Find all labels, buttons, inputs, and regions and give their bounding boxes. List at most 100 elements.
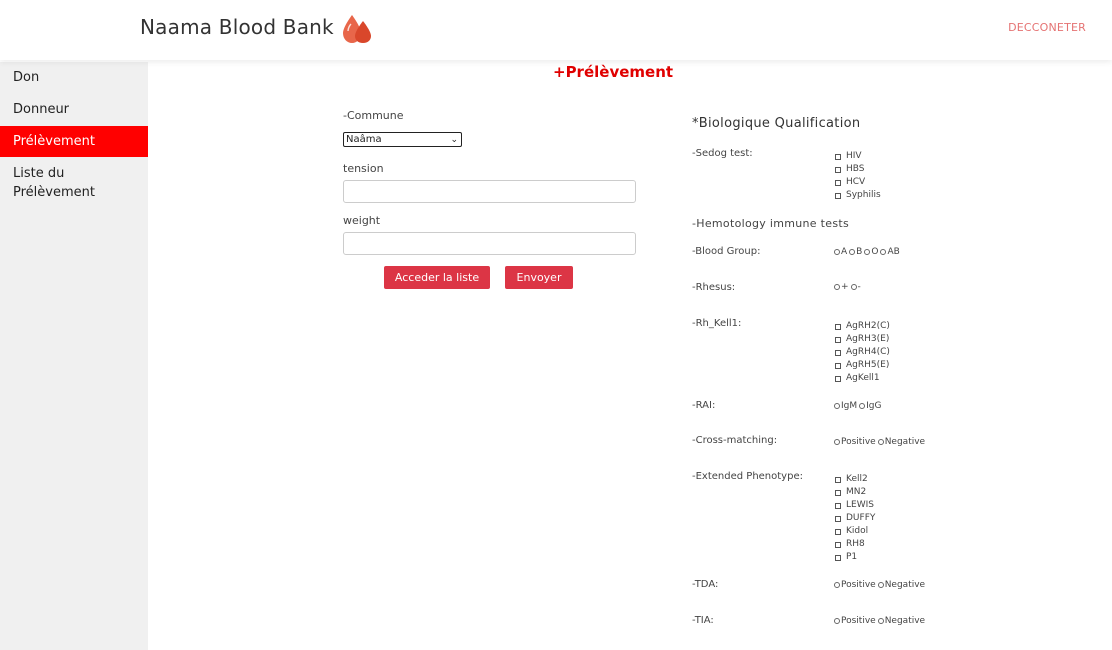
blood-group-ab-option[interactable]: AB xyxy=(880,247,900,257)
rh-kell-label: -Rh_Kell1: xyxy=(692,318,742,329)
rhesus-positive-option[interactable]: + xyxy=(834,282,849,292)
tda-negative-option[interactable]: Negative xyxy=(877,580,925,590)
radio[interactable] xyxy=(880,249,887,255)
radio[interactable] xyxy=(849,249,856,255)
checkbox[interactable] xyxy=(835,515,841,522)
cross-matching-label: -Cross-matching: xyxy=(692,435,778,446)
rai-label: -RAI: xyxy=(692,400,716,411)
radio[interactable] xyxy=(877,582,884,588)
access-list-button[interactable]: Acceder la liste xyxy=(384,266,490,289)
blood-group-radios: A B O AB xyxy=(834,247,902,257)
ext-kidol-option[interactable]: Kidol xyxy=(835,525,875,538)
tda-radios: Positive Negative xyxy=(834,580,927,590)
cross-matching-radios: Positive Negative xyxy=(834,437,927,447)
tia-positive-option[interactable]: Positive xyxy=(834,616,876,626)
checkbox[interactable] xyxy=(835,336,841,343)
blood-drop-icon xyxy=(343,15,371,43)
checkbox[interactable] xyxy=(835,153,841,160)
ext-duffy-option[interactable]: DUFFY xyxy=(835,512,875,525)
sidebar-item-don[interactable]: Don xyxy=(0,68,148,87)
radio[interactable] xyxy=(850,284,857,290)
checkbox[interactable] xyxy=(835,554,841,561)
commune-select-value: Naâma xyxy=(346,134,382,145)
tension-label: tension xyxy=(343,162,384,175)
chevron-down-icon: ⌄ xyxy=(450,135,458,145)
sedog-hcv-option[interactable]: HCV xyxy=(835,176,881,189)
radio[interactable] xyxy=(834,284,840,290)
ext-p1-option[interactable]: P1 xyxy=(835,551,875,564)
page-title: +Prélèvement xyxy=(553,63,674,81)
radio[interactable] xyxy=(834,439,840,445)
ext-lewis-option[interactable]: LEWIS xyxy=(835,499,875,512)
rai-radios: IgM IgG xyxy=(834,401,883,411)
rh-kell-option[interactable]: AgKell1 xyxy=(835,372,890,385)
checkbox[interactable] xyxy=(835,179,841,186)
weight-label: weight xyxy=(343,214,381,227)
sidebar-item-prelevement[interactable]: Prélèvement xyxy=(0,126,148,157)
weight-input[interactable] xyxy=(343,232,636,255)
radio[interactable] xyxy=(834,249,840,255)
extended-phenotype-label: -Extended Phenotype: xyxy=(692,471,803,482)
checkbox[interactable] xyxy=(835,323,841,330)
rai-igm-option[interactable]: IgM xyxy=(834,401,857,411)
checkbox[interactable] xyxy=(835,541,841,548)
sedog-syphilis-option[interactable]: Syphilis xyxy=(835,189,881,202)
extended-phenotype-checkbox-list: Kell2 MN2 LEWIS DUFFY Kidol RH8 P1 xyxy=(835,473,875,564)
sidebar: Don Donneur Prélèvement Liste du Prélève… xyxy=(0,62,148,650)
radio[interactable] xyxy=(864,249,871,255)
tension-input[interactable] xyxy=(343,180,636,203)
checkbox[interactable] xyxy=(835,375,841,382)
sedog-hbs-option[interactable]: HBS xyxy=(835,163,881,176)
tda-label: -TDA: xyxy=(692,579,719,590)
radio[interactable] xyxy=(877,439,884,445)
rh-kell-option[interactable]: AgRH4(C) xyxy=(835,346,890,359)
rhesus-negative-option[interactable]: - xyxy=(850,282,861,292)
hemotology-heading: -Hemotology immune tests xyxy=(692,217,850,230)
sidebar-item-liste-prelevement[interactable]: Liste du Prélèvement xyxy=(0,164,110,202)
checkbox[interactable] xyxy=(835,349,841,356)
sedog-checkbox-list: HIV HBS HCV Syphilis xyxy=(835,150,881,202)
send-button[interactable]: Envoyer xyxy=(505,266,573,289)
bio-qualification-title: *Biologique Qualification xyxy=(692,116,861,131)
cross-negative-option[interactable]: Negative xyxy=(877,437,925,447)
rh-kell-option[interactable]: AgRH2(C) xyxy=(835,320,890,333)
radio[interactable] xyxy=(859,403,866,409)
tda-positive-option[interactable]: Positive xyxy=(834,580,876,590)
logout-link[interactable]: DECCONETER xyxy=(1008,21,1086,34)
blood-group-a-option[interactable]: A xyxy=(834,247,847,257)
rhesus-radios: + - xyxy=(834,282,863,292)
ext-kell2-option[interactable]: Kell2 xyxy=(835,473,875,486)
commune-label: -Commune xyxy=(343,109,404,122)
top-navbar: Naama Blood Bank DECCONETER xyxy=(0,0,1112,60)
rh-kell-checkbox-list: AgRH2(C) AgRH3(E) AgRH4(C) AgRH5(E) AgKe… xyxy=(835,320,890,385)
commune-select[interactable]: Naâma ⌄ xyxy=(343,132,462,147)
rh-kell-option[interactable]: AgRH3(E) xyxy=(835,333,890,346)
rhesus-label: -Rhesus: xyxy=(692,282,736,293)
tia-negative-option[interactable]: Negative xyxy=(877,616,925,626)
checkbox[interactable] xyxy=(835,489,841,496)
sidebar-item-donneur[interactable]: Donneur xyxy=(0,100,148,119)
checkbox[interactable] xyxy=(835,528,841,535)
blood-group-o-option[interactable]: O xyxy=(864,247,878,257)
radio[interactable] xyxy=(834,403,840,409)
blood-group-label: -Blood Group: xyxy=(692,246,761,257)
radio[interactable] xyxy=(877,618,884,624)
sedog-hiv-option[interactable]: HIV xyxy=(835,150,881,163)
blood-group-b-option[interactable]: B xyxy=(849,247,862,257)
checkbox[interactable] xyxy=(835,476,841,483)
checkbox[interactable] xyxy=(835,502,841,509)
checkbox[interactable] xyxy=(835,192,841,199)
checkbox[interactable] xyxy=(835,166,841,173)
brand-title: Naama Blood Bank xyxy=(140,15,334,39)
cross-positive-option[interactable]: Positive xyxy=(834,437,876,447)
rh-kell-option[interactable]: AgRH5(E) xyxy=(835,359,890,372)
tia-radios: Positive Negative xyxy=(834,616,927,626)
ext-rh8-option[interactable]: RH8 xyxy=(835,538,875,551)
sedog-label: -Sedog test: xyxy=(692,148,753,159)
radio[interactable] xyxy=(834,582,840,588)
radio[interactable] xyxy=(834,618,840,624)
checkbox[interactable] xyxy=(835,362,841,369)
ext-mn2-option[interactable]: MN2 xyxy=(835,486,875,499)
tia-label: -TIA: xyxy=(692,615,714,626)
rai-igg-option[interactable]: IgG xyxy=(859,401,881,411)
